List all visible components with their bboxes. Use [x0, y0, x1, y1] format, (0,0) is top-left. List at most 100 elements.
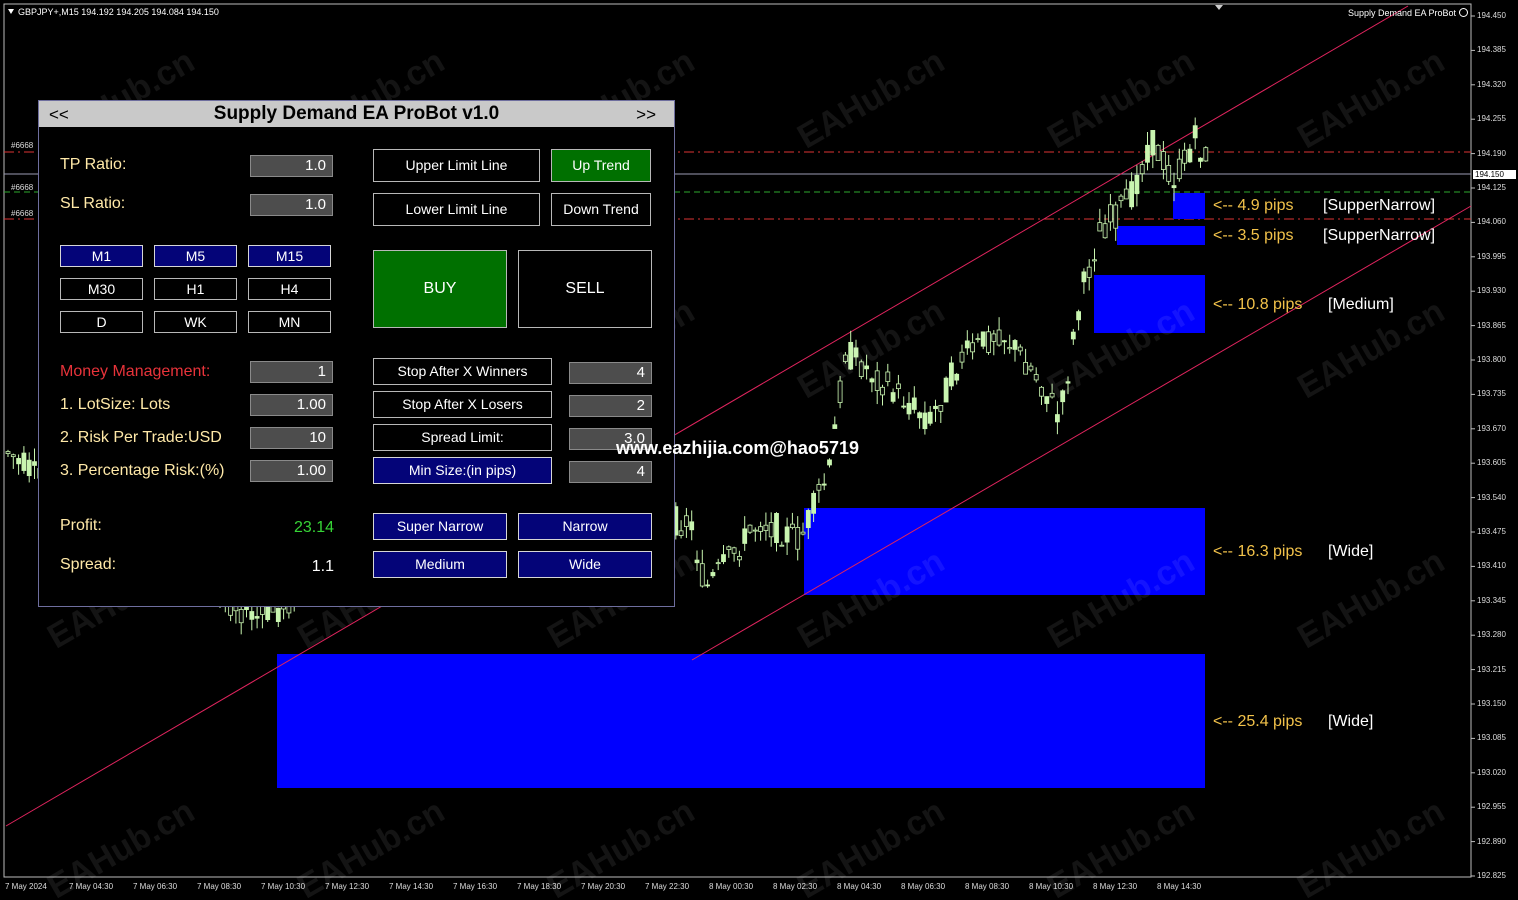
candle-body: [10, 454, 16, 458]
x-axis-label: 8 May 00:30: [709, 882, 754, 891]
candle-body: [964, 340, 970, 349]
y-axis-label: 193.735: [1477, 389, 1506, 399]
candle-body: [811, 492, 816, 514]
money-management-input[interactable]: 1: [250, 361, 333, 383]
candle-body: [922, 412, 928, 430]
timeframe-h1-button[interactable]: H1: [154, 278, 237, 300]
candle-body: [1023, 362, 1028, 375]
timeframe-m5-button[interactable]: M5: [154, 245, 237, 267]
candle-body: [949, 362, 954, 387]
sl-ratio-input[interactable]: 1.0: [250, 194, 333, 216]
zone-type: [Medium]: [1328, 296, 1394, 313]
medium-button[interactable]: Medium: [373, 551, 507, 578]
candle-body: [694, 559, 700, 564]
y-axis-label: 194.450: [1477, 11, 1506, 20]
url-watermark: www.eazhijia.com@hao5719: [616, 438, 859, 458]
candle-body: [779, 544, 785, 547]
timeframe-m15-button[interactable]: M15: [248, 245, 331, 267]
panel-title-bar[interactable]: << Supply Demand EA ProBot v1.0 >>: [39, 101, 674, 127]
candle-body: [731, 547, 737, 554]
candle-body: [1123, 188, 1129, 200]
dropdown-triangle-icon[interactable]: [8, 9, 14, 14]
y-axis-label: 194.125: [1477, 183, 1506, 192]
panel-title: Supply Demand EA ProBot v1.0: [213, 103, 500, 124]
upper-limit-button[interactable]: Upper Limit Line: [373, 149, 540, 182]
narrow-button[interactable]: Narrow: [518, 513, 652, 540]
timeframe-wk-button[interactable]: WK: [154, 311, 237, 333]
x-axis-label: 7 May 2024: [5, 882, 47, 891]
candle-body: [1166, 165, 1172, 182]
candle-body: [1033, 374, 1039, 381]
tp-ratio-input[interactable]: 1.0: [250, 155, 333, 177]
candle-body: [901, 405, 907, 408]
y-axis-label: 193.865: [1477, 320, 1506, 330]
candle-body: [858, 361, 864, 377]
timeframe-h4-button[interactable]: H4: [248, 278, 331, 300]
y-axis-label: 193.930: [1477, 286, 1506, 296]
candle-body: [1002, 340, 1007, 343]
ea-panel[interactable]: << Supply Demand EA ProBot v1.0 >> TP Ra…: [38, 100, 675, 607]
candle-body: [1060, 390, 1066, 403]
timeframe-mn-button[interactable]: MN: [248, 311, 331, 333]
candle-body: [906, 402, 912, 415]
candle-body: [678, 530, 684, 536]
nav-next-button[interactable]: >>: [636, 105, 656, 125]
candle-body: [1092, 259, 1097, 262]
candle-body: [880, 386, 885, 396]
super-narrow-button[interactable]: Super Narrow: [373, 513, 507, 540]
candle-body: [1081, 271, 1087, 283]
candle-body: [991, 333, 997, 342]
candle-body: [1198, 157, 1203, 162]
lower-limit-button[interactable]: Lower Limit Line: [373, 193, 540, 226]
timeframe-m30-button[interactable]: M30: [60, 278, 143, 300]
candle-body: [805, 510, 811, 529]
lotsize-input[interactable]: 1.00: [250, 394, 333, 416]
candle-body: [911, 397, 917, 410]
candle-body: [5, 451, 11, 454]
candle-body: [742, 528, 748, 544]
profit-label: Profit:: [60, 517, 102, 534]
timeframe-m1-button[interactable]: M1: [60, 245, 143, 267]
candle-body: [896, 383, 901, 390]
symbol-header-text: GBPJPY+,M15 194.192 194.205 194.084 194.…: [18, 7, 219, 17]
y-axis-label: 193.540: [1477, 492, 1506, 502]
y-axis-label: 193.085: [1477, 733, 1506, 743]
down-trend-button[interactable]: Down Trend: [551, 193, 651, 226]
y-axis-label: 194.255: [1477, 114, 1506, 124]
y-axis-label: 193.800: [1477, 355, 1506, 364]
stop-after-winners-button[interactable]: Stop After X Winners: [373, 358, 552, 385]
zone-label: <-- 3.5 pips: [1213, 227, 1294, 244]
candle-body: [1150, 130, 1156, 156]
candle-body: [975, 338, 981, 341]
zone-type: [Wide]: [1328, 713, 1374, 730]
zone-rect: [1117, 226, 1205, 245]
candle-body: [869, 378, 875, 383]
sell-button[interactable]: SELL: [518, 250, 652, 328]
candle-body: [1049, 392, 1055, 398]
y-axis-label: 194.320: [1477, 79, 1506, 89]
stop-after-winners-input[interactable]: 4: [569, 362, 652, 384]
stop-after-losers-input[interactable]: 2: [569, 395, 652, 417]
min-size-button[interactable]: Min Size:(in pips): [373, 457, 552, 484]
stop-after-losers-button[interactable]: Stop After X Losers: [373, 391, 552, 418]
candle-body: [816, 484, 822, 491]
percentage-risk-input[interactable]: 1.00: [250, 460, 333, 482]
candle-body: [938, 405, 944, 412]
candle-body: [1028, 365, 1034, 371]
y-axis-label: 193.280: [1477, 630, 1506, 640]
risk-per-trade-input[interactable]: 10: [250, 427, 333, 449]
risk-per-trade-label: 2. Risk Per Trade:USD: [60, 429, 222, 446]
zone-rect: [1173, 193, 1205, 219]
zone-rect: [804, 508, 1205, 595]
candle-body: [927, 411, 933, 424]
candle-body: [710, 572, 716, 577]
buy-button[interactable]: BUY: [373, 250, 507, 328]
wide-button[interactable]: Wide: [518, 551, 652, 578]
candle-body: [986, 331, 991, 353]
min-size-input[interactable]: 4: [569, 461, 652, 483]
timeframe-d-button[interactable]: D: [60, 311, 143, 333]
up-trend-button[interactable]: Up Trend: [551, 149, 651, 182]
y-axis-label: 193.605: [1477, 458, 1506, 468]
candle-body: [795, 527, 801, 550]
spread-limit-button[interactable]: Spread Limit:: [373, 424, 552, 451]
